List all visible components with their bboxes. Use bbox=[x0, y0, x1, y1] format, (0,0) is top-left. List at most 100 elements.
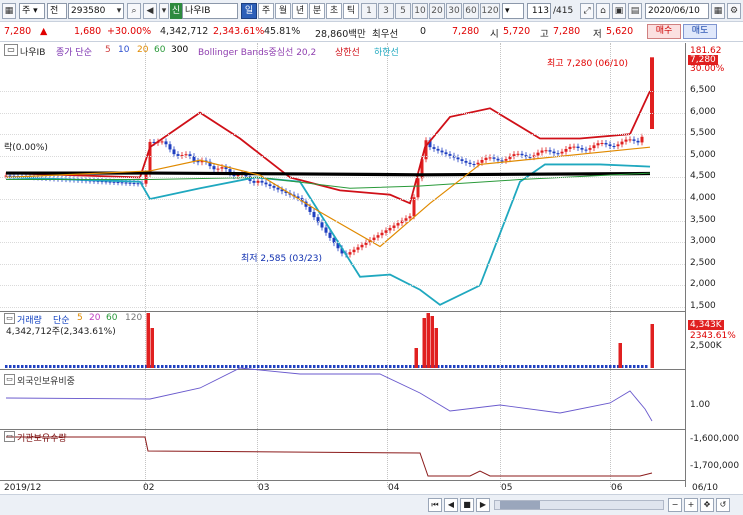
volume-bar bbox=[37, 365, 40, 368]
candle-body bbox=[544, 150, 548, 152]
sell-button[interactable]: 매도 bbox=[683, 24, 717, 39]
volume-bar bbox=[609, 365, 612, 368]
search-icon[interactable]: ⌕ bbox=[127, 3, 141, 19]
candle-body bbox=[568, 146, 572, 149]
volume-bar bbox=[345, 365, 348, 368]
interval-30[interactable]: 30 bbox=[446, 3, 462, 19]
volume-bar bbox=[321, 365, 324, 368]
candle-body bbox=[600, 143, 604, 145]
volume-bar bbox=[445, 365, 448, 368]
first-icon[interactable]: ⏮ bbox=[428, 498, 442, 512]
interval-20[interactable]: 20 bbox=[429, 3, 445, 19]
chevron-down-icon[interactable]: ▾ bbox=[114, 4, 124, 18]
volume-bar bbox=[361, 365, 364, 368]
candle-body bbox=[416, 178, 420, 198]
stock-name-field[interactable]: 나우IB bbox=[182, 3, 238, 19]
view-select[interactable]: 전 bbox=[47, 3, 67, 19]
save-icon[interactable]: ▣ bbox=[612, 3, 626, 19]
period-week[interactable]: 주 bbox=[258, 3, 274, 19]
volume-bar bbox=[481, 365, 484, 368]
interval-select[interactable]: ▾ bbox=[502, 3, 524, 19]
volume-bar bbox=[513, 365, 516, 368]
date-input[interactable]: 2020/06/10 bbox=[645, 3, 709, 19]
period-month[interactable]: 월 bbox=[275, 3, 291, 19]
period-second[interactable]: 초 bbox=[326, 3, 342, 19]
grid-line bbox=[0, 242, 685, 244]
period-year[interactable]: 년 bbox=[292, 3, 308, 19]
candle-body bbox=[124, 182, 128, 184]
scroll-thumb[interactable] bbox=[500, 501, 540, 509]
x-tick: 06 bbox=[611, 483, 623, 493]
dropdown-icon[interactable]: ▾ bbox=[159, 3, 169, 19]
grid-line bbox=[0, 220, 685, 222]
settings-icon[interactable]: ⚙ bbox=[727, 3, 741, 19]
reset-icon[interactable]: ↺ bbox=[716, 498, 730, 512]
ex-rights-note: 락(0.00%) bbox=[4, 143, 48, 153]
period-tick[interactable]: 틱 bbox=[343, 3, 359, 19]
count-input[interactable]: 113 bbox=[527, 3, 551, 19]
interval-3[interactable]: 3 bbox=[378, 3, 394, 19]
ma20-line bbox=[5, 146, 651, 248]
volume-bar bbox=[157, 365, 160, 368]
pane-toggle-icon[interactable]: ▭ bbox=[4, 431, 15, 442]
volume-bar bbox=[125, 365, 128, 368]
candle-body bbox=[116, 182, 120, 184]
candle-body bbox=[252, 180, 256, 183]
candle-body bbox=[564, 148, 568, 152]
x-tick: 06/10 bbox=[692, 483, 718, 493]
grid-icon[interactable]: ▦ bbox=[2, 3, 16, 19]
volume-bar bbox=[565, 365, 568, 368]
volume-bar bbox=[469, 365, 472, 368]
calendar-icon[interactable]: ▤ bbox=[628, 3, 642, 19]
legend-ma-60: 60 bbox=[154, 45, 166, 55]
volume-bar bbox=[633, 365, 636, 368]
volume-bar bbox=[497, 365, 500, 368]
buy-button[interactable]: 매수 bbox=[647, 24, 681, 39]
volume-bar bbox=[365, 365, 368, 368]
volume-bar bbox=[281, 365, 284, 368]
volume-bar bbox=[213, 365, 216, 368]
expand-icon[interactable]: ⤢ bbox=[580, 3, 594, 19]
period-minute[interactable]: 분 bbox=[309, 3, 325, 19]
volume-bar bbox=[465, 365, 468, 368]
volume-bar bbox=[453, 365, 456, 368]
zoom-out-icon[interactable]: − bbox=[668, 498, 682, 512]
volume-bar bbox=[313, 365, 316, 368]
period-day[interactable]: 일 bbox=[241, 3, 257, 19]
candle-body bbox=[484, 157, 488, 160]
calendar-picker-icon[interactable]: ▦ bbox=[711, 3, 725, 19]
candle-body bbox=[572, 146, 576, 148]
move-icon[interactable]: ✥ bbox=[700, 498, 714, 512]
candle-body bbox=[412, 197, 416, 217]
lock-icon[interactable]: ⌂ bbox=[596, 3, 610, 19]
interval-10[interactable]: 10 bbox=[412, 3, 428, 19]
pane-toggle-icon[interactable]: ▭ bbox=[4, 44, 18, 56]
candle-body bbox=[472, 164, 476, 166]
mode-select[interactable]: 주 ▾ bbox=[19, 3, 45, 19]
interval-5[interactable]: 5 bbox=[395, 3, 411, 19]
interval-60[interactable]: 60 bbox=[463, 3, 479, 19]
interval-1[interactable]: 1 bbox=[361, 3, 377, 19]
stop-icon[interactable]: ■ bbox=[460, 498, 474, 512]
volume-bar bbox=[289, 365, 292, 368]
prev-icon[interactable]: ◀ bbox=[444, 498, 458, 512]
volume-bar bbox=[493, 365, 496, 368]
sound-icon[interactable]: ◀ bbox=[143, 3, 157, 19]
volume-bar bbox=[41, 365, 44, 368]
volume-bar bbox=[389, 365, 392, 368]
zoom-in-icon[interactable]: + bbox=[684, 498, 698, 512]
volume-bar bbox=[525, 365, 528, 368]
turnover-value: 45.81% bbox=[264, 26, 301, 37]
volume-bar bbox=[165, 365, 168, 368]
next-icon[interactable]: ▶ bbox=[476, 498, 490, 512]
volume-bar bbox=[353, 365, 356, 368]
axis-top-pct: 30.00% bbox=[690, 64, 725, 74]
pane-toggle-icon[interactable]: ▭ bbox=[4, 374, 15, 385]
volume-bar bbox=[333, 365, 336, 368]
volume-bar bbox=[501, 365, 504, 368]
volume-bar bbox=[217, 365, 220, 368]
pane-toggle-icon[interactable]: ▭ bbox=[4, 313, 15, 324]
interval-120[interactable]: 120 bbox=[480, 3, 500, 19]
volume-bar bbox=[618, 343, 622, 368]
amount-value: 28,860백만 bbox=[315, 29, 366, 40]
